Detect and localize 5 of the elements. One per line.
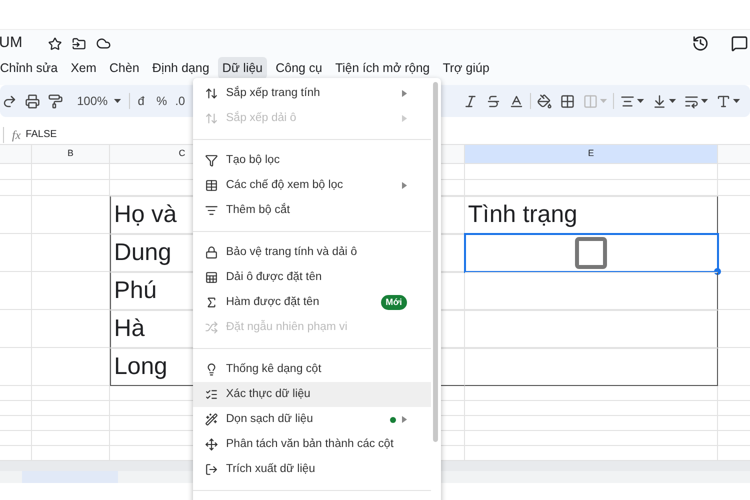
fx-label: fx — [12, 126, 21, 144]
column-header: E — [465, 145, 718, 164]
table-cell: Tình trạng — [465, 196, 718, 234]
new-badge: Mới — [380, 294, 407, 310]
column-header: B — [32, 145, 110, 164]
